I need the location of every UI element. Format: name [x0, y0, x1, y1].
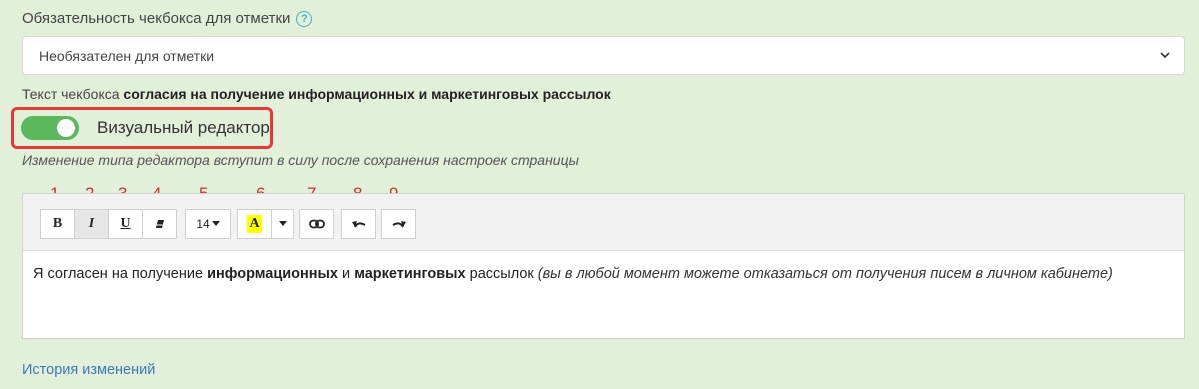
editor-toolbar: B I U 14 A: [23, 194, 1184, 251]
visual-editor-toggle-group: Визуальный редактор: [11, 107, 273, 149]
undo-icon: [351, 221, 365, 228]
checkbox-text-label-bold: согласия на получение информационных и м…: [123, 86, 611, 102]
content-italic-note: (вы в любой момент можете отказаться от …: [537, 266, 1113, 282]
bold-icon: B: [52, 216, 63, 231]
underline-icon: U: [120, 216, 131, 231]
italic-icon: I: [88, 216, 95, 231]
bold-button[interactable]: B: [40, 209, 75, 239]
highlight-color-dropdown[interactable]: [271, 209, 294, 239]
eraser-icon: [155, 220, 164, 228]
content-text: и: [338, 266, 355, 282]
font-size-value: 14: [196, 217, 210, 231]
underline-button[interactable]: U: [108, 209, 143, 239]
checkbox-required-label-text: Обязательность чекбокса для отметки: [22, 10, 291, 27]
editor-content[interactable]: Я согласен на получение информационных и…: [33, 266, 1113, 282]
highlight-icon: A: [247, 215, 262, 233]
caret-down-icon: [278, 221, 287, 226]
redo-icon: [392, 221, 406, 228]
clear-format-button[interactable]: [142, 209, 177, 239]
redo-button[interactable]: [381, 209, 416, 239]
chevron-down-icon: [1160, 52, 1170, 59]
help-icon[interactable]: ?: [296, 10, 313, 27]
italic-button[interactable]: I: [74, 209, 109, 239]
undo-button[interactable]: [341, 209, 376, 239]
history-link[interactable]: История изменений: [22, 362, 155, 378]
switch-knob: [57, 119, 75, 137]
link-icon: [308, 219, 325, 229]
checkbox-text-label: Текст чекбокса согласия на получение инф…: [22, 86, 611, 102]
rich-text-editor: B I U 14 A Я согласен на получение инфор…: [22, 193, 1185, 339]
link-button[interactable]: [299, 209, 334, 239]
content-bold-marketing: маркетинговых: [354, 266, 466, 282]
checkbox-required-label: Обязательность чекбокса для отметки ?: [22, 10, 313, 27]
editor-change-note: Изменение типа редактора вступит в силу …: [22, 152, 579, 168]
font-size-dropdown[interactable]: 14: [185, 209, 231, 239]
caret-down-icon: [211, 221, 220, 226]
checkbox-required-select[interactable]: Необязателен для отметки: [22, 36, 1185, 75]
content-bold-informational: информационных: [207, 266, 339, 282]
visual-editor-switch[interactable]: [21, 116, 79, 140]
visual-editor-label: Визуальный редактор: [97, 118, 270, 137]
content-text: рассылок: [465, 266, 538, 282]
content-text: Я согласен на получение: [33, 266, 208, 282]
checkbox-required-select-value: Необязателен для отметки: [39, 47, 215, 64]
checkbox-text-label-prefix: Текст чекбокса: [22, 86, 124, 102]
highlight-color-button[interactable]: A: [237, 209, 272, 239]
